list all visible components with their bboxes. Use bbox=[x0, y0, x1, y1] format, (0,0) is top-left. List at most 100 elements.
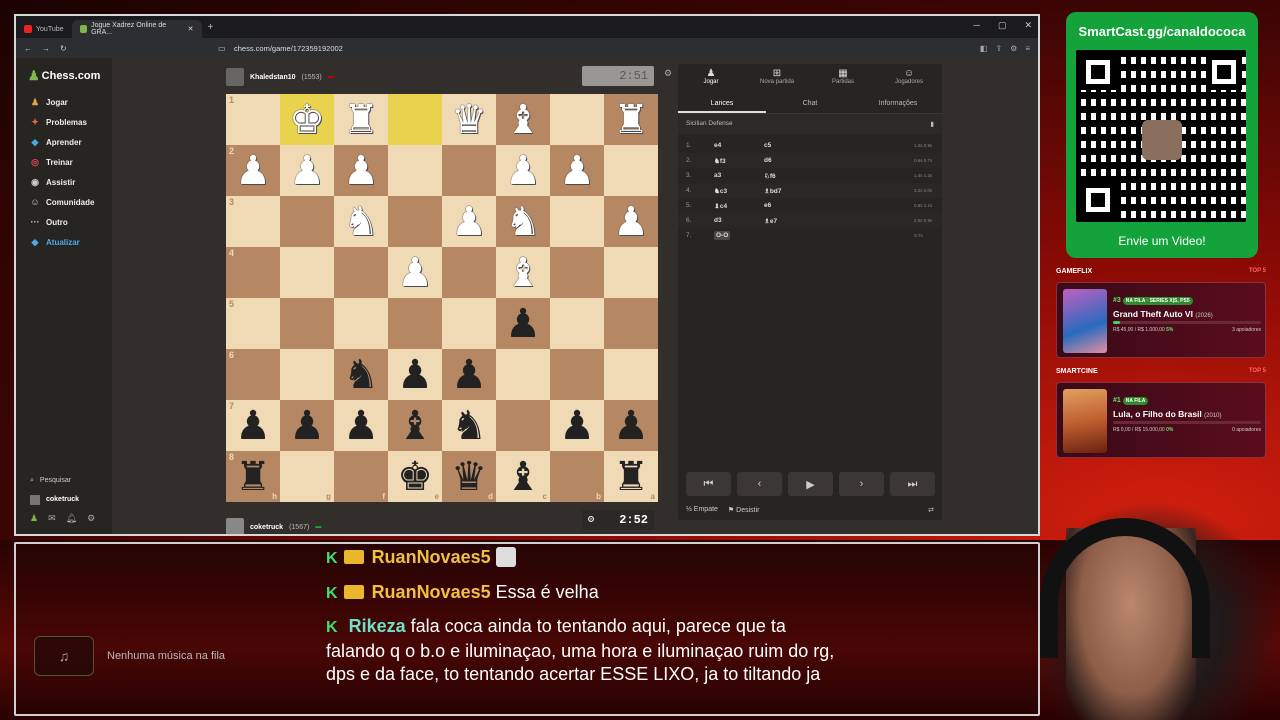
share-icon[interactable]: ⇪ bbox=[995, 44, 1002, 53]
board-square[interactable]: 3 bbox=[226, 196, 280, 247]
sidebar-item-atualizar[interactable]: ◆ Atualizar bbox=[16, 232, 112, 252]
board-square[interactable] bbox=[388, 298, 442, 349]
black-pawn-piece[interactable]: ♟ bbox=[289, 406, 325, 446]
reload-icon[interactable]: ↻ bbox=[60, 44, 67, 53]
board-square[interactable] bbox=[388, 196, 442, 247]
white-king-piece[interactable]: ♚ bbox=[289, 100, 325, 140]
board-square[interactable]: ♟ bbox=[550, 145, 604, 196]
chess-board[interactable]: 1 ♚ ♜ ♛ ♝ ♜ 2 ♟ ♟ ♟ ♟ ♟ 3 ♞ ♟ ♞ ♟ 4 ♟ ♝ 5 ♟ 6 ♞ ♟ ♟ 7 ♟ ♟ ♟ ♝ ♞ ♟ ♟ 8 h ♜ g f e… bbox=[226, 94, 658, 502]
board-square[interactable]: 4 bbox=[226, 247, 280, 298]
white-move[interactable]: ♞c3 bbox=[714, 187, 764, 195]
board-square[interactable] bbox=[604, 145, 658, 196]
black-rook-piece[interactable]: ♜ bbox=[613, 457, 649, 497]
tab-chess[interactable]: Jogue Xadrez Online de GRA... ✕ bbox=[71, 20, 202, 38]
board-square[interactable]: ♟ bbox=[388, 349, 442, 400]
board-square[interactable]: ♟ bbox=[442, 196, 496, 247]
board-square[interactable]: ♜ bbox=[604, 94, 658, 145]
board-square[interactable]: ♜ bbox=[334, 94, 388, 145]
black-queen-piece[interactable]: ♛ bbox=[451, 457, 487, 497]
tab-jogar[interactable]: ♟ Jogar bbox=[678, 64, 744, 92]
menu-icon[interactable]: ≡ bbox=[1025, 44, 1030, 53]
black-bishop-piece[interactable]: ♝ bbox=[397, 406, 433, 446]
black-pawn-piece[interactable]: ♟ bbox=[235, 406, 271, 446]
black-knight-piece[interactable]: ♞ bbox=[343, 355, 379, 395]
mail-icon[interactable]: ✉ bbox=[48, 513, 56, 524]
forward-icon[interactable]: → bbox=[42, 44, 50, 53]
chess-logo[interactable]: ♟ Chess.com bbox=[16, 58, 112, 84]
white-queen-piece[interactable]: ♛ bbox=[451, 100, 487, 140]
black-move[interactable]: ♗bd7 bbox=[764, 187, 914, 195]
prev-move-button[interactable]: ‹ bbox=[737, 472, 782, 496]
black-pawn-piece[interactable]: ♟ bbox=[451, 355, 487, 395]
board-square[interactable] bbox=[334, 247, 388, 298]
bell-icon[interactable]: 🔔︎ bbox=[66, 513, 77, 524]
sidebar-item-problemas[interactable]: ✦ Problemas bbox=[16, 112, 112, 132]
board-square[interactable] bbox=[550, 298, 604, 349]
board-square[interactable]: 5 bbox=[226, 298, 280, 349]
board-square[interactable] bbox=[388, 145, 442, 196]
white-pawn-piece[interactable]: ♟ bbox=[613, 202, 649, 242]
board-square[interactable] bbox=[604, 349, 658, 400]
board-square[interactable]: ♟ bbox=[604, 196, 658, 247]
new-tab-icon[interactable]: + bbox=[208, 22, 214, 33]
white-rook-piece[interactable]: ♜ bbox=[343, 100, 379, 140]
board-square[interactable]: ♟ bbox=[334, 145, 388, 196]
gear-icon[interactable]: ⚙ bbox=[87, 513, 95, 524]
black-pawn-piece[interactable]: ♟ bbox=[613, 406, 649, 446]
board-square[interactable]: 7 ♟ bbox=[226, 400, 280, 451]
board-square[interactable] bbox=[604, 298, 658, 349]
board-square[interactable] bbox=[280, 298, 334, 349]
next-move-button[interactable]: › bbox=[839, 472, 884, 496]
board-square[interactable] bbox=[334, 298, 388, 349]
black-pawn-piece[interactable]: ♟ bbox=[343, 406, 379, 446]
board-square[interactable] bbox=[442, 145, 496, 196]
back-icon[interactable]: ← bbox=[24, 44, 32, 53]
book-icon[interactable]: ▮ bbox=[930, 120, 934, 128]
white-pawn-piece[interactable]: ♟ bbox=[289, 151, 325, 191]
white-pawn-piece[interactable]: ♟ bbox=[505, 151, 541, 191]
board-settings-icon[interactable]: ⚙ bbox=[664, 68, 672, 79]
sidebar-item-assistir[interactable]: ◉ Assistir bbox=[16, 172, 112, 192]
board-square[interactable]: ♞ bbox=[334, 196, 388, 247]
close-window-icon[interactable]: ✕ bbox=[1024, 20, 1032, 31]
board-square[interactable]: ♟ bbox=[496, 298, 550, 349]
board-square[interactable]: e ♚ bbox=[388, 451, 442, 502]
board-square[interactable]: 2 ♟ bbox=[226, 145, 280, 196]
black-pawn-piece[interactable]: ♟ bbox=[397, 355, 433, 395]
board-square[interactable]: ♝ bbox=[496, 247, 550, 298]
board-square[interactable]: ♟ bbox=[442, 349, 496, 400]
close-tab-icon[interactable]: ✕ bbox=[188, 25, 194, 33]
subtab-chat[interactable]: Chat bbox=[766, 92, 854, 113]
tab-partidas[interactable]: ▦ Partidas bbox=[810, 64, 876, 92]
board-square[interactable]: g bbox=[280, 451, 334, 502]
last-move-button[interactable]: ⏭ bbox=[890, 472, 935, 496]
board-square[interactable] bbox=[280, 196, 334, 247]
board-square[interactable]: ♟ bbox=[550, 400, 604, 451]
tab-jogadores[interactable]: ☺ Jogadores bbox=[876, 64, 942, 92]
white-bishop-piece[interactable]: ♝ bbox=[505, 253, 541, 293]
settings-icon[interactable]: ⚙ bbox=[1010, 44, 1017, 53]
board-square[interactable]: ♟ bbox=[280, 145, 334, 196]
board-square[interactable]: ♞ bbox=[496, 196, 550, 247]
black-rook-piece[interactable]: ♜ bbox=[235, 457, 271, 497]
url-field[interactable]: chess.com/game/172359192002 bbox=[234, 44, 343, 53]
white-move[interactable]: e4 bbox=[714, 142, 764, 149]
white-move[interactable]: ♞f3 bbox=[714, 157, 764, 165]
white-pawn-piece[interactable]: ♟ bbox=[451, 202, 487, 242]
board-square[interactable] bbox=[442, 247, 496, 298]
black-knight-piece[interactable]: ♞ bbox=[451, 406, 487, 446]
minimize-icon[interactable]: ─ bbox=[974, 20, 980, 31]
black-move[interactable]: d6 bbox=[764, 157, 914, 164]
subtab-lances[interactable]: Lances bbox=[678, 92, 766, 113]
board-square[interactable]: 8 h ♜ bbox=[226, 451, 280, 502]
sidebar-item-treinar[interactable]: ◎ Treinar bbox=[16, 152, 112, 172]
sidebar-item-comunidade[interactable]: ☺ Comunidade bbox=[16, 192, 112, 212]
white-knight-piece[interactable]: ♞ bbox=[343, 202, 379, 242]
board-square[interactable] bbox=[280, 349, 334, 400]
white-knight-piece[interactable]: ♞ bbox=[505, 202, 541, 242]
extensions-icon[interactable]: ◧ bbox=[980, 44, 988, 53]
maximize-icon[interactable]: ▢ bbox=[998, 20, 1007, 31]
board-square[interactable]: ♞ bbox=[442, 400, 496, 451]
board-square[interactable] bbox=[496, 400, 550, 451]
board-square[interactable]: ♟ bbox=[334, 400, 388, 451]
